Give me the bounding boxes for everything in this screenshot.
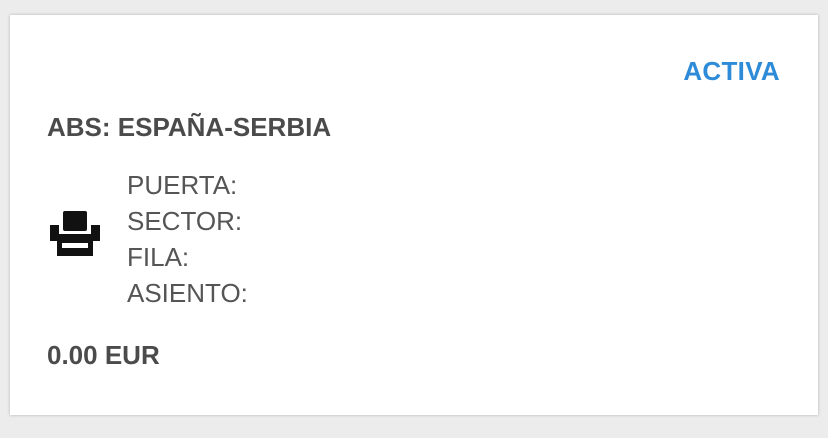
status-badge: ACTIVA <box>683 56 780 86</box>
sector-label: SECTOR: <box>127 206 243 236</box>
seat-details: PUERTA: SECTOR: FILA: ASIENTO: <box>127 167 248 311</box>
seat-icon <box>49 211 101 259</box>
row-label: FILA: <box>127 242 190 272</box>
event-title: ABS: ESPAÑA-SERBIA <box>47 112 332 142</box>
ticket-price: 0.00 EUR <box>47 340 160 370</box>
seat-label: ASIENTO: <box>127 278 248 308</box>
ticket-card[interactable]: ACTIVA ABS: ESPAÑA-SERBIA PUERTA: SECTOR… <box>10 15 818 415</box>
gate-label: PUERTA: <box>127 170 238 200</box>
